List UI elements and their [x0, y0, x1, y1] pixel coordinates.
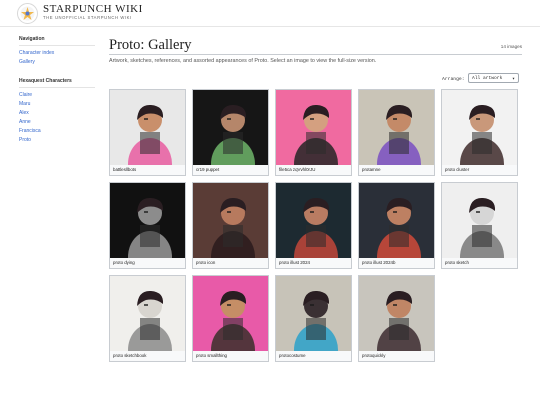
sidebar-heading-characters: Hexaquest Characters	[19, 78, 95, 88]
sidebar-link-alex[interactable]: Alex	[19, 109, 99, 118]
gallery-caption[interactable]: protamne	[362, 167, 381, 172]
gallery-thumbnail[interactable]	[359, 183, 434, 258]
sidebar-link-proto[interactable]: Proto	[19, 136, 99, 145]
gallery-caption[interactable]: proto sketchbook	[113, 353, 146, 358]
arrange-label: Arrange:	[442, 77, 465, 82]
arrange-select-value: All artwork	[472, 76, 503, 81]
gallery-item[interactable]: proto sketch	[441, 182, 518, 269]
gallery-item[interactable]: protoquickly	[358, 275, 435, 362]
gallery-item[interactable]: proto icon	[192, 182, 269, 269]
gallery-caption[interactable]: proto sketch	[445, 260, 469, 265]
sidebar-link-anne[interactable]: Anne	[19, 118, 99, 127]
sidebar-link-claire[interactable]: Claire	[19, 91, 99, 100]
main-content: Proto: Gallery 14 images Artwork, sketch…	[109, 36, 522, 362]
gallery-thumbnail[interactable]	[110, 276, 185, 351]
gallery-thumbnail[interactable]	[276, 183, 351, 258]
gallery-item[interactable]: proto sketchbook	[109, 275, 186, 362]
gallery-thumbnail[interactable]	[359, 90, 434, 165]
gallery-caption[interactable]: proto dying	[113, 260, 135, 265]
sidebar: Navigation Character index Gallery Hexaq…	[19, 36, 99, 145]
gallery-item[interactable]: proto smallthing	[192, 275, 269, 362]
gallery-item[interactable]: proto illust 2024b	[358, 182, 435, 269]
gallery-thumbnail[interactable]	[276, 90, 351, 165]
gallery-caption[interactable]: proto illust 2024b	[362, 260, 395, 265]
sidebar-link-character-index[interactable]: Character index	[19, 49, 99, 58]
gallery-caption[interactable]: battlesllbots	[113, 167, 136, 172]
site-title[interactable]: STARPUNCH WIKI	[43, 3, 143, 15]
gallery-caption[interactable]: proto smallthing	[196, 353, 227, 358]
gallery-item[interactable]: proto dying	[109, 182, 186, 269]
gallery-thumbnail[interactable]	[193, 276, 268, 351]
gallery-item[interactable]: cr19 puppet	[192, 89, 269, 176]
arrange-select[interactable]: All artwork ▾	[468, 73, 519, 83]
gallery-thumbnail[interactable]	[359, 276, 434, 351]
gallery-thumbnail[interactable]	[193, 90, 268, 165]
gallery-thumbnail[interactable]	[110, 183, 185, 258]
chevron-down-icon: ▾	[511, 76, 515, 82]
gallery-item[interactable]: proto cluster	[441, 89, 518, 176]
site-tagline: THE UNOFFICIAL STARPUNCH WIKI	[43, 15, 132, 20]
sidebar-link-francisca[interactable]: Francisca	[19, 127, 99, 136]
sidebar-heading-navigation: Navigation	[19, 36, 95, 46]
sidebar-link-maru[interactable]: Maru	[19, 100, 99, 109]
site-logo-icon[interactable]	[17, 3, 38, 24]
gallery-caption[interactable]: proto illust 2024	[279, 260, 310, 265]
gallery-item[interactable]: battlesllbots	[109, 89, 186, 176]
gallery-caption[interactable]: proto cluster	[445, 167, 469, 172]
gallery-item[interactable]: proto illust 2024	[275, 182, 352, 269]
gallery-item[interactable]: file5ca zqVvhl0rJU	[275, 89, 352, 176]
gallery-thumbnail[interactable]	[110, 90, 185, 165]
gallery-caption[interactable]: protocostume	[279, 353, 306, 358]
gallery-caption[interactable]: cr19 puppet	[196, 167, 219, 172]
gallery-thumbnail[interactable]	[442, 90, 517, 165]
gallery-item[interactable]: protamne	[358, 89, 435, 176]
gallery-caption[interactable]: file5ca zqVvhl0rJU	[279, 167, 315, 172]
gallery-thumbnail[interactable]	[442, 183, 517, 258]
gallery-caption[interactable]: proto icon	[196, 260, 215, 265]
gallery-thumbnail[interactable]	[193, 183, 268, 258]
gallery-item[interactable]: protocostume	[275, 275, 352, 362]
gallery-caption[interactable]: protoquickly	[362, 353, 385, 358]
image-count: 14 images	[500, 44, 522, 49]
page-title: Proto: Gallery	[109, 37, 192, 53]
gallery-thumbnail[interactable]	[276, 276, 351, 351]
title-divider	[109, 54, 522, 55]
page-description: Artwork, sketches, references, and assor…	[109, 58, 377, 64]
sidebar-link-gallery[interactable]: Gallery	[19, 58, 99, 67]
site-header: STARPUNCH WIKI THE UNOFFICIAL STARPUNCH …	[0, 0, 540, 27]
